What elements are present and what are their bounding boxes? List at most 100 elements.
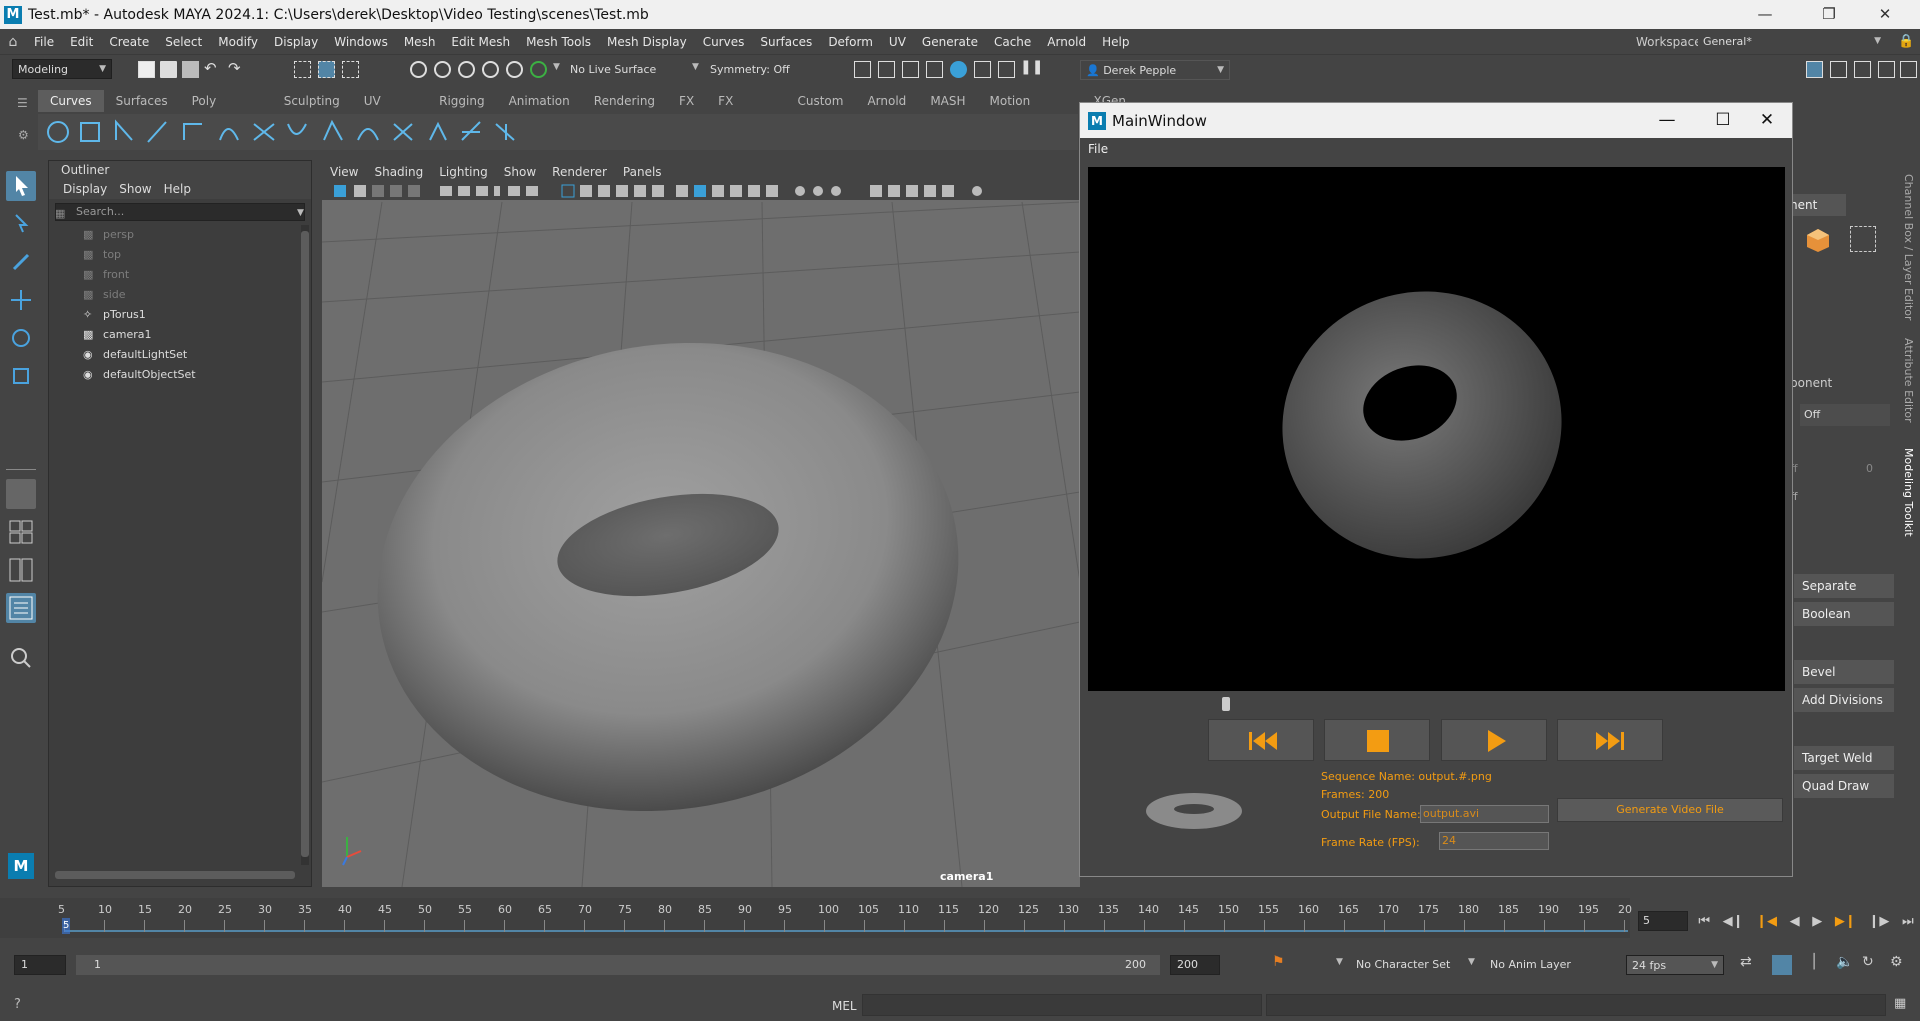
snap-point-icon[interactable] (458, 61, 475, 78)
arnold-render-view-icon[interactable] (974, 61, 991, 78)
workspace-dropdown[interactable]: General* ▼ (1698, 32, 1886, 50)
boolean-button[interactable]: Boolean (1794, 602, 1894, 626)
render-frame-icon[interactable] (878, 61, 895, 78)
attribute-editor-tab[interactable]: Attribute Editor (1902, 338, 1915, 428)
target-weld-button[interactable]: Target Weld (1794, 746, 1894, 770)
search-icon[interactable] (6, 643, 36, 673)
menuset-dropdown[interactable]: Modeling ▼ (12, 59, 112, 79)
snap-curve-icon[interactable] (434, 61, 451, 78)
menu-edit[interactable]: Edit (62, 35, 101, 49)
shelf-tab-surfaces[interactable]: Surfaces (104, 90, 180, 112)
shelf-tab-animation[interactable]: Animation (497, 90, 582, 112)
lock-icon[interactable]: 🔒 (1898, 34, 1914, 49)
outliner-item-front[interactable]: ▩ front (83, 264, 129, 284)
panel-toolbar-icons[interactable] (322, 182, 1080, 200)
character-set-field[interactable]: No Character Set (1350, 955, 1466, 975)
menu-surfaces[interactable]: Surfaces (752, 35, 820, 49)
menu-file[interactable]: File (26, 35, 62, 49)
channel-box-tab[interactable]: Channel Box / Layer Editor (1902, 174, 1915, 324)
move-tool-icon[interactable] (6, 285, 36, 315)
script-editor-icon[interactable]: ▦ (1894, 996, 1906, 1011)
shelf-tab-custom[interactable]: Custom (785, 90, 855, 112)
select-component-icon[interactable] (342, 61, 359, 78)
component-mode-label[interactable]: nent (1786, 194, 1846, 216)
viewport-panel[interactable] (322, 162, 1080, 887)
lasso-tool-icon[interactable] (6, 209, 36, 239)
render-view-icon[interactable] (926, 61, 943, 78)
new-scene-icon[interactable] (138, 61, 155, 78)
snap-view-plane-icon[interactable] (506, 61, 523, 78)
scene-end-field[interactable]: 200 (1170, 955, 1220, 975)
menu-edit-mesh[interactable]: Edit Mesh (443, 35, 518, 49)
viewport-menu-shading[interactable]: Shading (366, 165, 431, 179)
go-to-start-icon[interactable]: ⏮ (1698, 914, 1710, 929)
outliner-item-defaultlightset[interactable]: ◉ defaultLightSet (83, 344, 187, 364)
arnold-light-icon[interactable] (998, 61, 1015, 78)
outliner-menu-help[interactable]: Help (158, 182, 197, 196)
fps-dropdown[interactable]: 24 fps ▼ (1626, 955, 1724, 975)
snap-live-icon[interactable] (530, 61, 547, 78)
menu-arnold[interactable]: Arnold (1039, 35, 1094, 49)
menu-generate[interactable]: Generate (914, 35, 986, 49)
loop-icon[interactable]: ⇄ (1740, 954, 1752, 970)
restore-button[interactable]: ❐ (1806, 0, 1852, 29)
outliner-menu-display[interactable]: Display (57, 182, 113, 196)
shelf-tab-motion-graphics[interactable]: Motion Graphics (978, 90, 1082, 130)
chevron-down-icon[interactable]: ▼ (692, 62, 699, 72)
shelf-tab-rigging[interactable]: Rigging (427, 90, 496, 112)
frame-rate-input[interactable]: 24 (1439, 832, 1549, 850)
menu-mesh[interactable]: Mesh (396, 35, 444, 49)
chevron-down-icon[interactable]: ▼ (297, 208, 304, 218)
stop-button[interactable] (1324, 719, 1430, 761)
symmetry-field[interactable]: Symmetry: Off (706, 60, 806, 80)
speaker-icon[interactable]: 🔈 (1836, 954, 1853, 970)
menu-display[interactable]: Display (266, 35, 326, 49)
home-icon[interactable]: ⌂ (0, 34, 26, 50)
snap-grid-icon[interactable] (410, 61, 427, 78)
persp-outliner-layout-icon[interactable] (6, 555, 36, 585)
outliner-item-ptorus1[interactable]: ✧ pTorus1 (83, 304, 146, 324)
menu-mesh-display[interactable]: Mesh Display (599, 35, 695, 49)
refresh-icon[interactable]: ↻ (1862, 954, 1874, 970)
viewport-menu-panels[interactable]: Panels (615, 165, 670, 179)
select-object-icon[interactable] (318, 61, 335, 78)
chevron-down-icon[interactable]: ▼ (553, 62, 560, 72)
ipr-render-icon[interactable] (902, 61, 919, 78)
outliner-menu-show[interactable]: Show (113, 182, 157, 196)
step-back-frame-icon[interactable]: ❙◀ (1756, 914, 1777, 929)
close-button[interactable]: ✕ (1744, 103, 1790, 138)
toggle-tool-settings-icon[interactable] (1854, 61, 1871, 78)
viewport-menu-renderer[interactable]: Renderer (544, 165, 615, 179)
anim-layer-field[interactable]: No Anim Layer (1484, 955, 1594, 975)
step-forward-key-icon[interactable]: ❙▶ (1868, 914, 1889, 929)
mel-mode-label[interactable]: MEL (832, 999, 857, 1013)
select-hierarchy-icon[interactable] (294, 61, 311, 78)
output-file-name-input[interactable]: output.avi (1420, 805, 1549, 823)
outliner-search-input[interactable]: Search... (55, 203, 305, 221)
select-tool-icon[interactable] (6, 171, 36, 201)
shelf-tab-uv-editing[interactable]: UV Editing (352, 90, 427, 130)
outliner-item-defaultobjectset[interactable]: ◉ defaultObjectSet (83, 364, 196, 384)
shelf-tab-rendering[interactable]: Rendering (582, 90, 667, 112)
shelf-tab-sculpting[interactable]: Sculpting (272, 90, 352, 112)
skip-to-end-button[interactable] (1557, 719, 1663, 761)
chevron-down-icon[interactable]: ▼ (1468, 957, 1475, 967)
symmetry-off-field[interactable]: Off (1800, 404, 1890, 426)
step-keys-icon[interactable]: │ (1810, 954, 1818, 970)
shelf-menu-icon[interactable]: ☰ (17, 96, 28, 110)
outliner-item-persp[interactable]: ▩ persp (83, 224, 134, 244)
command-input[interactable] (862, 994, 1262, 1016)
single-perspective-layout-icon[interactable] (6, 479, 36, 509)
shelf-tab-fx-caching[interactable]: FX Caching (706, 90, 785, 130)
pause-icon[interactable]: ❚❚ (1020, 59, 1043, 75)
render-settings-icon[interactable] (854, 61, 871, 78)
redo-icon[interactable]: ↷ (228, 59, 241, 77)
help-icon[interactable]: ? (14, 997, 21, 1012)
open-scene-icon[interactable] (160, 61, 177, 78)
cache-playback-icon[interactable] (1772, 955, 1792, 975)
menu-modify[interactable]: Modify (210, 35, 266, 49)
rotate-tool-icon[interactable] (6, 323, 36, 353)
shelf-tab-mash[interactable]: MASH (918, 90, 977, 112)
current-frame-input[interactable]: 5 (1638, 911, 1688, 931)
viewport-menu-show[interactable]: Show (496, 165, 544, 179)
